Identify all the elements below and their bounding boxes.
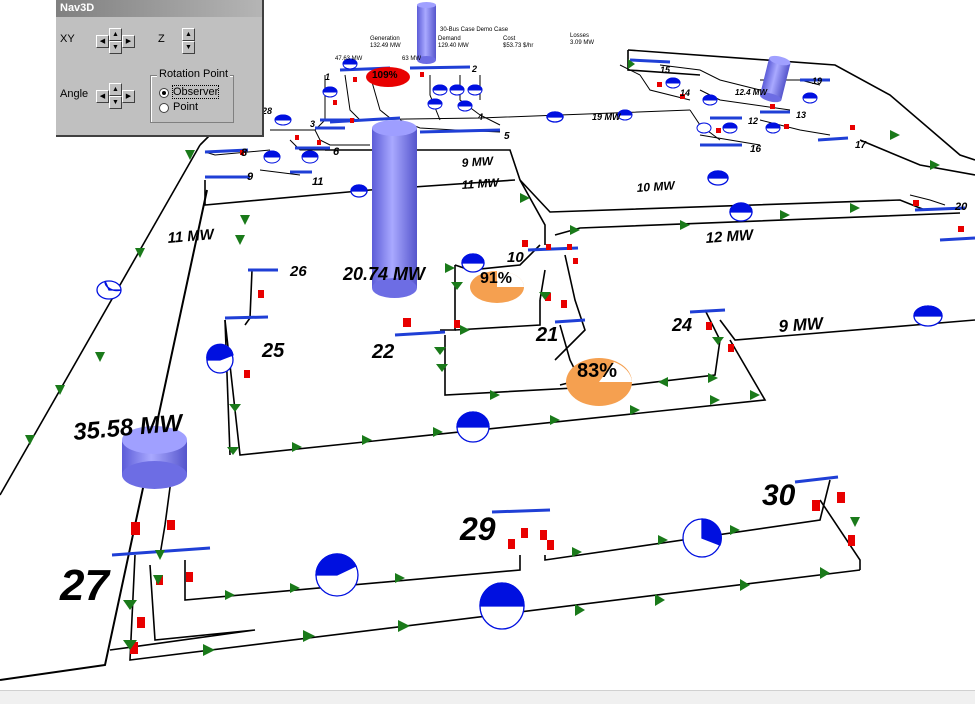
flow-63mw: 63 MW [402,56,421,62]
cost-value: $53.73 $/hr [503,43,533,49]
angle-up-button[interactable]: ▲ [109,83,122,96]
flow-9mw-top: 9 MW [461,154,495,170]
bus-4-label: 4 [477,112,483,122]
point-radio[interactable] [159,103,169,113]
gauges [96,58,943,630]
bus-2-label: 2 [471,64,477,74]
gauge-right-edge [913,305,943,327]
bus-15-label: 15 [660,65,671,75]
generation-value: 132.49 MW [370,43,401,49]
bus-6-label: 6 [333,146,340,158]
bus-25-label: 25 [261,340,285,362]
nav3d-window[interactable]: Nav3D XY ◀ ▲ ▼ ▶ Z ▲ ▼ Angle ◀ ▲ ▼ ▶ Rot… [56,0,264,137]
gauge-10mw [707,170,729,186]
nav3d-title[interactable]: Nav3D [56,0,262,17]
angle-right-button[interactable]: ▶ [122,90,135,103]
bus-11-label: 11 [312,176,323,188]
bottom-edge-strip [0,690,975,704]
flow-12-4mw: 12.4 MW [735,88,768,97]
generator-cylinder-top[interactable] [417,2,436,64]
flow-12mw: 12 MW [705,227,755,247]
gauge-12mw [729,202,753,222]
angle-label: Angle [60,88,89,100]
bus-17-label: 17 [855,140,867,151]
bus-20-label: 20 [954,201,968,213]
gauge-19mw [546,111,564,123]
gauge-mid-center [456,411,490,443]
observer-radio[interactable] [159,88,169,98]
bus-22-label: 22 [371,341,394,363]
bus-21-label: 21 [535,324,558,346]
bus-29-label: 29 [459,511,496,547]
gauge-bottom-center [479,582,525,630]
breakers [130,72,964,654]
bus-8-label: 8 [241,147,248,159]
flow-11mw-left: 11 MW [167,226,217,247]
rotation-point-legend: Rotation Point [157,68,231,80]
pie-83-label: 83% [577,360,617,382]
gauge-bottom-right [682,518,722,558]
bus-27-label: 27 [59,561,111,610]
observer-radio-label[interactable]: Observer [171,85,220,99]
flow-47mw: 47.63 MW [335,56,363,62]
bus-13-label: 13 [796,110,806,120]
flow-19mw: 19 MW [592,112,622,122]
rotation-point-group: Rotation Point Observer Point [150,68,234,123]
line-loading-pie-top: 109% [366,67,410,87]
gauge-left-25 [206,343,234,374]
bus-5-label: 5 [504,131,510,142]
cost-label: Cost [503,36,516,42]
generation-label: Generation [370,36,400,42]
gen-22-mw-label: 20.74 MW [342,264,427,284]
flow-10mw: 10 MW [636,178,677,195]
demand-value: 129.40 MW [438,43,469,49]
bus-26-label: 26 [289,263,307,280]
z-down-button[interactable]: ▼ [182,41,195,54]
line-loading-pie-83: 83% [566,358,632,406]
bus-3-label: 3 [310,119,315,129]
transmission-lines [0,49,975,681]
xy-up-button[interactable]: ▲ [109,28,122,41]
xy-label: XY [60,33,75,45]
z-label: Z [158,33,165,45]
pie-91-label: 91% [480,270,512,287]
bus-30-label: 30 [762,479,796,512]
bus-10-label: 10 [507,249,524,266]
line-loading-pie-91: 91% [470,270,524,303]
angle-left-button[interactable]: ◀ [96,90,109,103]
xy-down-button[interactable]: ▼ [109,41,122,54]
bus-labels: 27 29 30 22 21 24 25 26 10 11 9 8 6 5 3 … [59,64,968,610]
flow-9mw-right: 9 MW [778,314,826,336]
angle-down-button[interactable]: ▼ [109,96,122,109]
bus-9-label: 9 [247,171,254,183]
losses-label: Losses [570,33,589,39]
bus-16-label: 16 [750,144,762,155]
flow-arrows [25,59,940,656]
point-radio-label[interactable]: Point [173,101,198,113]
gauge-far-left [96,280,122,300]
demand-label: Demand [438,36,461,42]
bus-14-label: 14 [680,88,690,98]
xy-left-button[interactable]: ◀ [96,35,109,48]
pie-top-label: 109% [372,70,398,81]
bus-1-label: 1 [325,72,330,82]
gauge-top-cluster [263,58,818,164]
case-title: 30-Bus Case Demo Case [440,27,509,33]
gauge-bottom-left [315,553,359,597]
bus-12-label: 12 [748,116,758,126]
gauge-upper-left [350,184,368,198]
z-up-button[interactable]: ▲ [182,28,195,41]
bus-19-label: 19 [812,76,822,86]
xy-right-button[interactable]: ▶ [122,35,135,48]
bus-24-label: 24 [671,315,692,335]
flow-11mw-top: 11 MW [461,175,501,192]
losses-value: 3.09 MW [570,40,594,46]
system-summary: Generation 132.49 MW Demand 129.40 MW Co… [370,27,594,49]
